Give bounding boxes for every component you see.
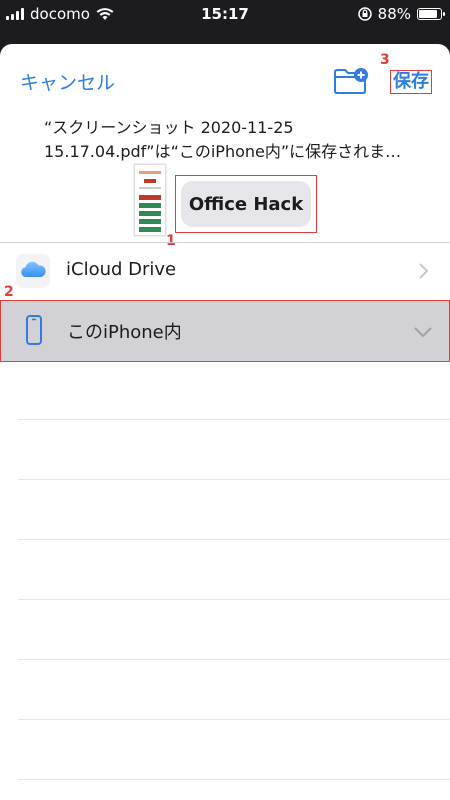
battery-level-fill xyxy=(419,10,438,18)
marker-location: 2 xyxy=(4,284,14,300)
location-label: iCloud Drive xyxy=(66,259,177,280)
save-button[interactable]: 保存 xyxy=(390,70,432,94)
status-bar: docomo 15:17 88% xyxy=(0,0,450,30)
save-sheet: キャンセル 3 保存 “スクリーンショット 2020-11-25 15.17.0… xyxy=(0,44,450,800)
status-right: 88% xyxy=(357,5,445,23)
cancel-button[interactable]: キャンセル xyxy=(20,68,115,95)
cloud-icon xyxy=(16,254,50,288)
empty-row-divider xyxy=(18,419,450,420)
new-folder-icon[interactable] xyxy=(333,66,369,96)
empty-row-divider xyxy=(18,659,450,660)
empty-row-divider xyxy=(18,479,450,480)
file-name-line-1: “スクリーンショット 2020-11-25 xyxy=(44,118,294,137)
file-name-text: “スクリーンショット 2020-11-25 15.17.04.pdf”は“このi… xyxy=(44,116,424,164)
empty-row-divider xyxy=(18,539,450,540)
chevron-down-icon xyxy=(414,327,432,338)
location-row-icloud[interactable]: iCloud Drive xyxy=(0,242,450,302)
tag-highlight: Office Hack xyxy=(175,175,317,233)
location-label: このiPhone内 xyxy=(67,322,182,343)
location-row-this-iphone[interactable]: このiPhone内 xyxy=(0,300,450,362)
chevron-right-icon xyxy=(419,263,429,279)
empty-row-divider xyxy=(18,719,450,720)
empty-row-divider xyxy=(18,779,450,780)
marker-save: 3 xyxy=(380,52,390,68)
battery-icon xyxy=(417,8,445,20)
orientation-lock-icon xyxy=(357,7,372,21)
tag-button[interactable]: Office Hack xyxy=(181,181,311,227)
document-thumbnail xyxy=(134,164,166,236)
battery-percent: 88% xyxy=(377,5,411,23)
phone-icon xyxy=(26,315,42,345)
empty-row-divider xyxy=(18,599,450,600)
file-name-line-2: 15.17.04.pdf”は“このiPhone内”に保存されま… xyxy=(44,142,402,161)
